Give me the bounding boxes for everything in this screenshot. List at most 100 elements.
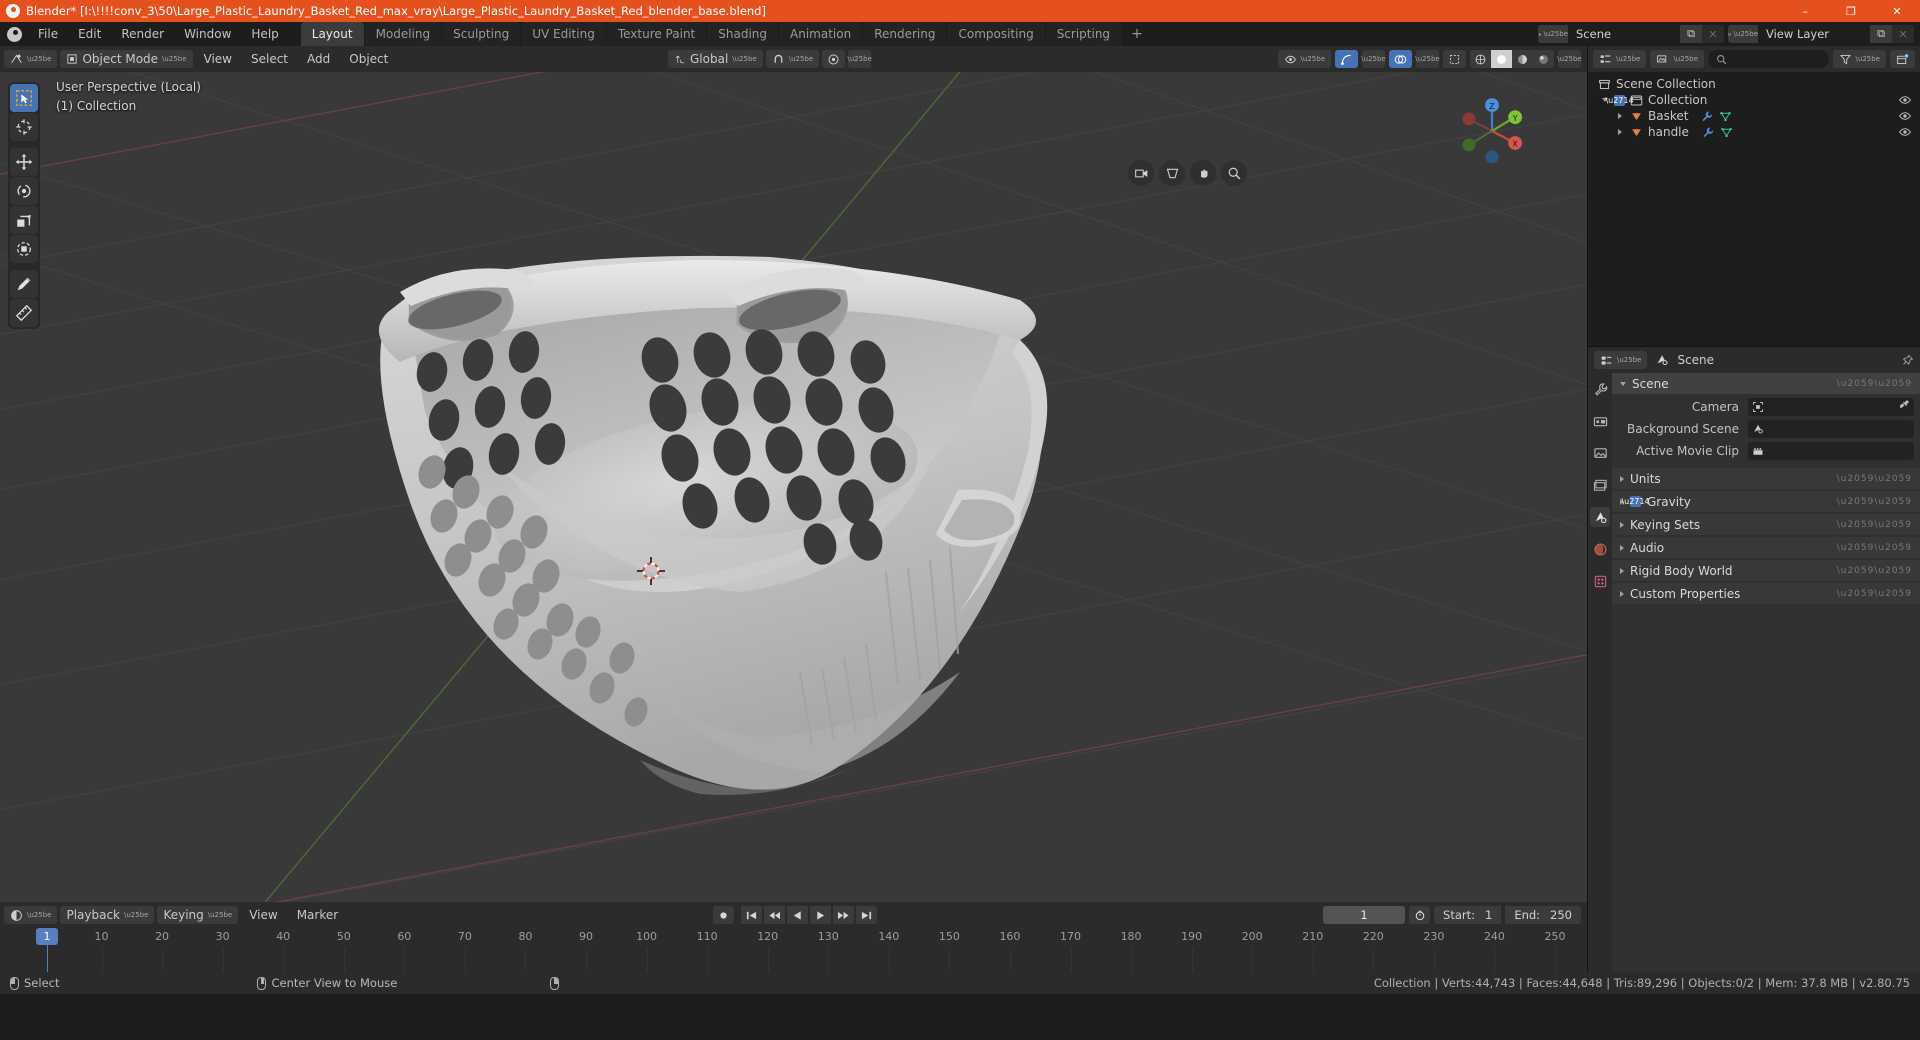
add-workspace-button[interactable]: + [1122, 22, 1152, 46]
material-preview-shading-button[interactable] [1512, 50, 1533, 68]
viewport-menu-add[interactable]: Add [299, 50, 338, 68]
visibility-filter-dropdown[interactable]: \u25be [1277, 50, 1331, 68]
gravity-checkbox[interactable]: \u2714 [1621, 496, 1650, 507]
tab-animation[interactable]: Animation [779, 22, 863, 46]
timeline-marker-menu[interactable]: Marker [289, 906, 346, 924]
tab-modeling[interactable]: Modeling [364, 22, 442, 46]
transform-tool[interactable] [10, 235, 38, 263]
outliner-row-collection[interactable]: \u2714 Collection [1588, 92, 1920, 108]
toggle-perspective-button[interactable] [1159, 160, 1185, 186]
play-button[interactable] [810, 906, 831, 924]
navigation-gizmo[interactable]: Z Y X [1455, 94, 1529, 168]
annotate-tool[interactable] [10, 270, 38, 298]
tab-layout[interactable]: Layout [300, 22, 364, 46]
modifier-wrench-icon[interactable] [1700, 110, 1713, 123]
maximize-button[interactable]: ❐ [1828, 0, 1874, 22]
timeline-playback-menu[interactable]: Playback \u25be [60, 906, 155, 924]
use-preview-range-button[interactable] [1409, 906, 1431, 924]
expand-rigid-body-world-icon[interactable] [1620, 567, 1624, 574]
rotate-tool[interactable] [10, 177, 38, 205]
pin-icon[interactable] [1901, 354, 1914, 367]
outliner-row-scene-collection[interactable]: Scene Collection [1588, 76, 1920, 92]
tool-tab[interactable] [1590, 379, 1610, 399]
panel-drag-dots[interactable]: \u2059\u2059 [1837, 566, 1912, 576]
properties-editor-type-selector[interactable]: \u25be [1594, 351, 1648, 369]
active-movie-clip-field[interactable] [1748, 441, 1914, 460]
hide-in-viewport-icon[interactable] [1898, 109, 1912, 123]
camera-field[interactable] [1748, 397, 1914, 416]
tab-rendering[interactable]: Rendering [863, 22, 947, 46]
scale-tool[interactable] [10, 206, 38, 234]
overlays-toggle[interactable] [1389, 50, 1412, 68]
end-frame-field[interactable]: End: 250 [1505, 906, 1581, 924]
move-tool[interactable] [10, 148, 38, 176]
panel-drag-dots[interactable]: \u2059\u2059 [1837, 497, 1912, 507]
tab-texture-paint[interactable]: Texture Paint [606, 22, 707, 46]
panel-drag-dots[interactable]: \u2059\u2059 [1837, 379, 1912, 389]
gravity-panel-header[interactable]: \u2714 Gravity \u2059\u2059 [1612, 491, 1920, 512]
timeline-keying-menu[interactable]: Keying \u25be [157, 906, 239, 924]
previous-keyframe-button[interactable] [764, 906, 785, 924]
output-tab[interactable] [1590, 443, 1610, 463]
render-tab[interactable] [1590, 411, 1610, 431]
select-box-tool[interactable] [10, 84, 38, 112]
viewport-menu-view[interactable]: View [196, 50, 240, 68]
audio-panel-header[interactable]: Audio \u2059\u2059 [1612, 537, 1920, 558]
panel-drag-dots[interactable]: \u2059\u2059 [1837, 589, 1912, 599]
keying-sets-panel-header[interactable]: Keying Sets \u2059\u2059 [1612, 514, 1920, 535]
panel-drag-dots[interactable]: \u2059\u2059 [1837, 543, 1912, 553]
menu-edit[interactable]: Edit [68, 22, 111, 46]
panel-drag-dots[interactable]: \u2059\u2059 [1837, 520, 1912, 530]
mesh-data-icon[interactable] [1720, 126, 1733, 139]
scene-panel-header[interactable]: Scene \u2059\u2059 [1612, 373, 1920, 394]
outliner-row-handle[interactable]: handle [1588, 124, 1920, 140]
outliner-search-input[interactable] [1707, 50, 1829, 68]
view-layer-selector[interactable]: \u25be View Layer ⧉ ✕ [1728, 25, 1914, 43]
expand-keying-sets-icon[interactable] [1620, 521, 1624, 528]
expand-custom-properties-icon[interactable] [1620, 590, 1624, 597]
new-scene-button[interactable]: ⧉ [1680, 25, 1702, 43]
view-layer-tab[interactable] [1590, 475, 1610, 495]
scene-selector[interactable]: \u25be Scene ⧉ ✕ [1538, 25, 1724, 43]
new-collection-button[interactable] [1890, 50, 1915, 68]
move-view-button[interactable] [1190, 160, 1216, 186]
toggle-camera-view-button[interactable] [1128, 160, 1154, 186]
timeline-editor-type-selector[interactable]: \u25be [4, 906, 58, 924]
menu-help[interactable]: Help [241, 22, 288, 46]
viewport-menu-object[interactable]: Object [341, 50, 396, 68]
current-frame-field[interactable]: 1 [1323, 906, 1406, 924]
tab-compositing[interactable]: Compositing [947, 22, 1045, 46]
expand-audio-icon[interactable] [1620, 544, 1624, 551]
editor-type-selector[interactable]: \u25be [4, 50, 58, 68]
camera-eyedropper-icon[interactable] [1898, 399, 1910, 414]
cursor-tool[interactable] [10, 113, 38, 141]
overlay-options-dropdown[interactable]: \u25be [1415, 50, 1440, 68]
wireframe-shading-button[interactable] [1470, 50, 1491, 68]
gizmo-options-dropdown[interactable]: \u25be [1361, 50, 1386, 68]
auto-keying-button[interactable] [713, 906, 734, 924]
menu-render[interactable]: Render [111, 22, 174, 46]
proportional-falloff-dropdown[interactable]: \u25be [847, 50, 872, 68]
scene-name-field[interactable]: Scene [1568, 25, 1680, 43]
outliner-editor-type-selector[interactable]: \u25be [1593, 50, 1647, 68]
snap-magnet-toggle[interactable]: \u25be [765, 50, 820, 68]
modifier-wrench-icon[interactable] [1701, 126, 1714, 139]
collapse-scene-panel-icon[interactable] [1620, 381, 1626, 386]
new-view-layer-button[interactable]: ⧉ [1870, 25, 1892, 43]
view-layer-name-field[interactable]: View Layer [1758, 25, 1870, 43]
jump-to-end-button[interactable] [856, 906, 877, 924]
texture-tab[interactable] [1590, 571, 1610, 591]
panel-drag-dots[interactable]: \u2059\u2059 [1837, 474, 1912, 484]
start-frame-field[interactable]: Start: 1 [1434, 906, 1502, 924]
world-tab[interactable] [1590, 539, 1610, 559]
unlink-scene-button[interactable]: ✕ [1702, 25, 1724, 43]
laundry-basket-model[interactable] [0, 72, 1587, 902]
tab-uv-editing[interactable]: UV Editing [521, 22, 606, 46]
menu-file[interactable]: File [28, 22, 68, 46]
zoom-view-button[interactable] [1221, 160, 1247, 186]
rigid-body-world-panel-header[interactable]: Rigid Body World \u2059\u2059 [1612, 560, 1920, 581]
viewport-menu-select[interactable]: Select [243, 50, 296, 68]
menu-window[interactable]: Window [174, 22, 241, 46]
mesh-data-icon[interactable] [1719, 110, 1732, 123]
proportional-editing-toggle[interactable] [822, 50, 846, 68]
